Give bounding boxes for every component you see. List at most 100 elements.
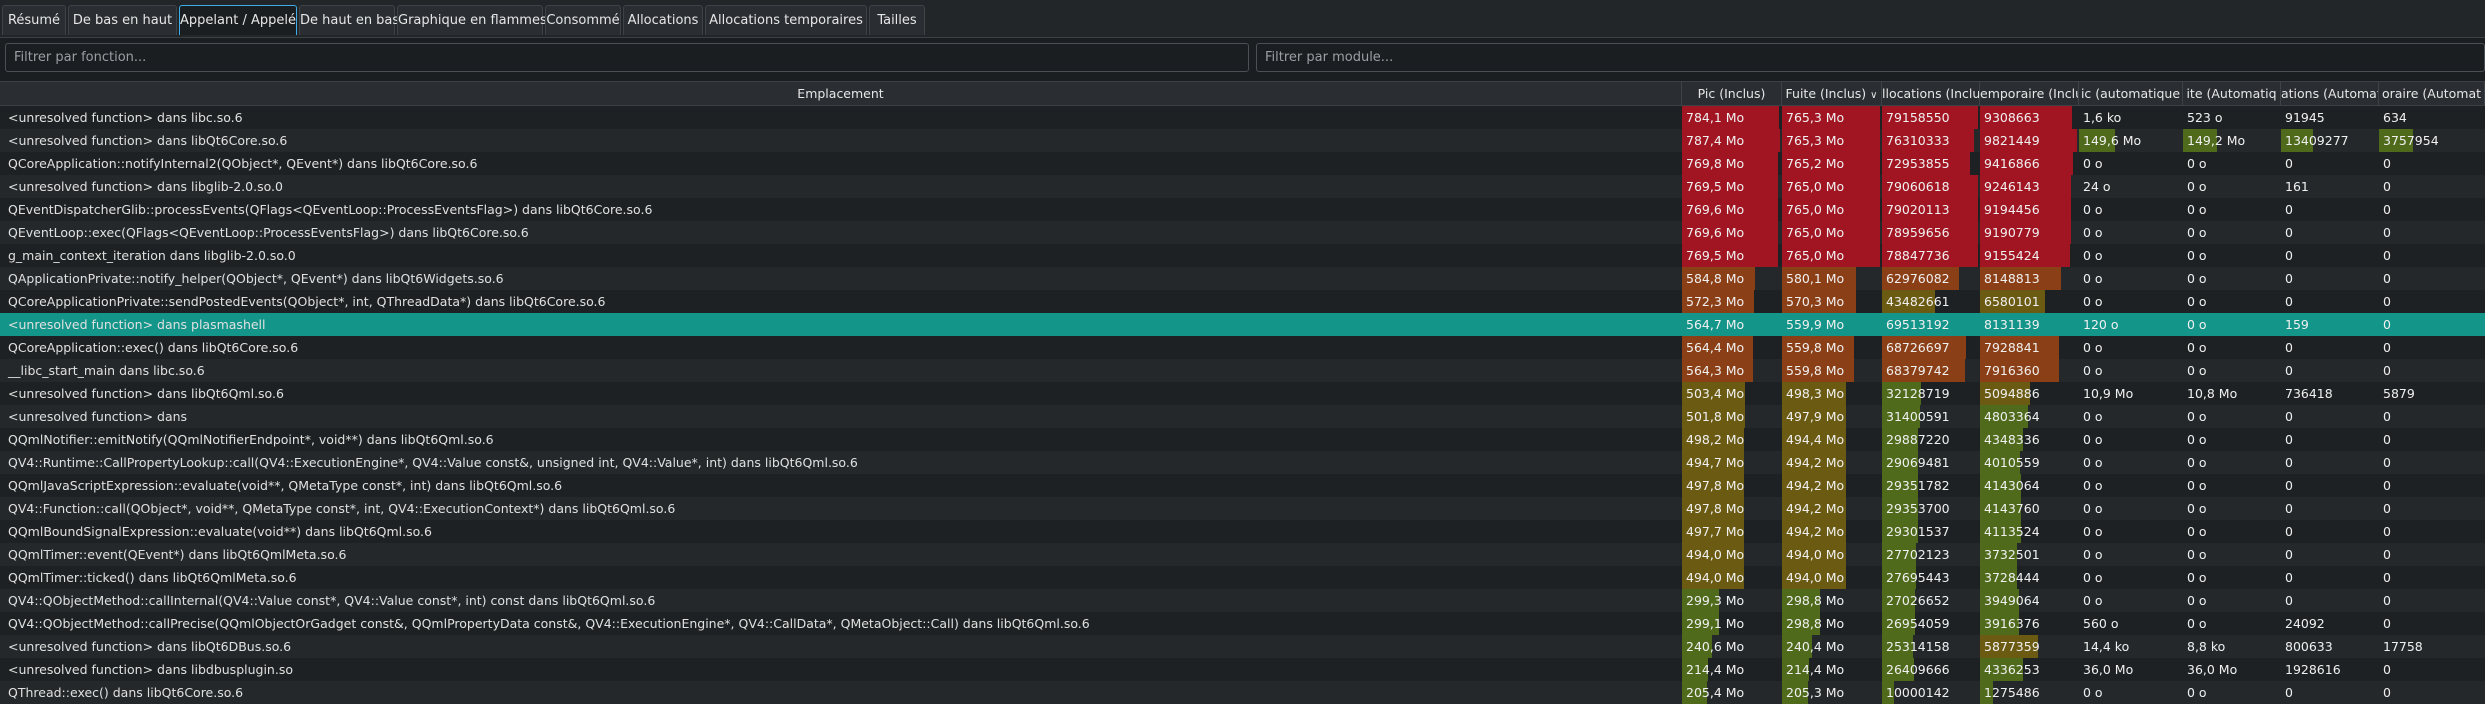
value-cell: 0 o	[2187, 294, 2207, 309]
table-row[interactable]: QEventDispatcherGlib::processEvents(QFla…	[0, 198, 2485, 221]
tab-9[interactable]: Tailles	[869, 5, 925, 35]
value-cell: 76310333	[1882, 129, 1980, 152]
tab-4[interactable]: De haut en bas	[299, 5, 399, 35]
value-cell: 149,2 Mo	[2183, 129, 2281, 152]
location-cell: QV4::QObjectMethod::callPrecise(QQmlObje…	[8, 616, 1090, 631]
table-row[interactable]: QQmlTimer::event(QEvent*) dans libQt6Qml…	[0, 543, 2485, 566]
table-row[interactable]: <unresolved function> dans plasmashell 56…	[0, 313, 2485, 336]
table-row[interactable]: <unresolved function> dans libQt6Qml.so.…	[0, 382, 2485, 405]
location-cell: QQmlNotifier::emitNotify(QQmlNotifierEnd…	[8, 432, 494, 447]
value-cell: 0	[2285, 248, 2293, 263]
column-header-5[interactable]: emporaire (Inclu	[1980, 82, 2079, 105]
table-row[interactable]: QQmlNotifier::emitNotify(QQmlNotifierEnd…	[0, 428, 2485, 451]
value-cell: 0	[2285, 685, 2293, 700]
function-filter-input[interactable]	[5, 43, 1249, 72]
tab-1[interactable]: Résumé	[2, 5, 66, 35]
value-cell: 4143760	[1980, 497, 2079, 520]
table-row[interactable]: QQmlTimer::ticked() dans libQt6QmlMeta.s…	[0, 566, 2485, 589]
value-cell: 3732501	[1980, 543, 2079, 566]
location-cell: QQmlBoundSignalExpression::evaluate(void…	[8, 524, 432, 539]
value-cell: 36,0 Mo	[2187, 662, 2238, 677]
value-cell: 205,4 Mo	[1682, 681, 1782, 704]
callers-callees-table: <unresolved function> dans libc.so.6 784,…	[0, 106, 2485, 704]
value-cell: 494,7 Mo	[1682, 451, 1782, 474]
column-header-2[interactable]: Pic (Inclus)	[1682, 82, 1782, 105]
tab-6[interactable]: Consommé	[545, 5, 621, 35]
tab-7[interactable]: Allocations	[623, 5, 703, 35]
table-row[interactable]: QCoreApplication::exec() dans libQt6Core…	[0, 336, 2485, 359]
location-cell: <unresolved function> dans libc.so.6	[8, 110, 243, 125]
table-header: Emplacement Pic (Inclus) Fuite (Inclus) ∨ ll…	[0, 81, 2485, 106]
value-cell: 17758	[2383, 639, 2423, 654]
table-row[interactable]: QCoreApplicationPrivate::sendPostedEvent…	[0, 290, 2485, 313]
location-cell: QApplicationPrivate::notify_helper(QObje…	[8, 271, 504, 286]
value-cell: 559,8 Mo	[1782, 336, 1882, 359]
value-cell: 0	[2383, 570, 2391, 585]
table-row[interactable]: <unresolved function> dans 501,8 Mo 497,9 …	[0, 405, 2485, 428]
table-row[interactable]: QEventLoop::exec(QFlags<QEventLoop::Proc…	[0, 221, 2485, 244]
location-cell: QV4::Runtime::CallPropertyLookup::call(Q…	[8, 455, 858, 470]
value-cell: 0	[2383, 662, 2391, 677]
value-cell: 570,3 Mo	[1782, 290, 1882, 313]
column-header-6[interactable]: ic (automatique	[2079, 82, 2183, 105]
value-cell: 299,1 Mo	[1682, 612, 1782, 635]
table-row[interactable]: QV4::QObjectMethod::callInternal(QV4::Va…	[0, 589, 2485, 612]
value-cell: 0	[2285, 340, 2293, 355]
tab-2[interactable]: De bas en haut	[68, 5, 177, 35]
column-header-4[interactable]: llocations (Inclu	[1882, 82, 1980, 105]
table-row[interactable]: QV4::Function::call(QObject*, void**, QM…	[0, 497, 2485, 520]
column-header-3[interactable]: Fuite (Inclus) ∨	[1782, 82, 1882, 105]
tab-5[interactable]: Graphique en flammes	[397, 5, 547, 35]
table-row[interactable]: QQmlBoundSignalExpression::evaluate(void…	[0, 520, 2485, 543]
value-cell: 634	[2383, 110, 2407, 125]
value-cell: 564,3 Mo	[1682, 359, 1782, 382]
value-cell: 4143064	[1980, 474, 2079, 497]
tab-3[interactable]: Appelant / Appelé	[179, 5, 297, 35]
value-cell: 0	[2383, 294, 2391, 309]
value-cell: 205,3 Mo	[1782, 681, 1882, 704]
value-cell: 1928616	[2285, 662, 2341, 677]
value-cell: 1,6 ko	[2083, 110, 2122, 125]
value-cell: 0 o	[2187, 547, 2207, 562]
location-cell: QQmlTimer::ticked() dans libQt6QmlMeta.s…	[8, 570, 297, 585]
module-filter-input[interactable]	[1256, 43, 2485, 72]
column-header-8[interactable]: ations (Automat	[2281, 82, 2379, 105]
value-cell: 5879	[2383, 386, 2415, 401]
table-row[interactable]: QCoreApplication::notifyInternal2(QObjec…	[0, 152, 2485, 175]
table-row[interactable]: <unresolved function> dans libdbusplugin…	[0, 658, 2485, 681]
tab-8[interactable]: Allocations temporaires	[705, 5, 867, 35]
location-cell: QCoreApplication::exec() dans libQt6Core…	[8, 340, 299, 355]
value-cell: 32128719	[1882, 382, 1980, 405]
value-cell: 26409666	[1882, 658, 1980, 681]
value-cell: 8,8 ko	[2187, 639, 2226, 654]
table-row[interactable]: <unresolved function> dans libglib-2.0.s…	[0, 175, 2485, 198]
location-cell: <unresolved function> dans libdbusplugin…	[8, 662, 293, 677]
location-cell: <unresolved function> dans	[8, 409, 188, 424]
table-row[interactable]: <unresolved function> dans libQt6DBus.so…	[0, 635, 2485, 658]
value-cell: 29351782	[1882, 474, 1980, 497]
location-cell: QEventLoop::exec(QFlags<QEventLoop::Proc…	[8, 225, 529, 240]
value-cell: 0	[2285, 409, 2293, 424]
column-header-7[interactable]: ite (Automatiq	[2183, 82, 2281, 105]
column-header-1[interactable]: Emplacement	[0, 82, 1682, 105]
value-cell: 0	[2285, 225, 2293, 240]
value-cell: 494,4 Mo	[1782, 428, 1882, 451]
value-cell: 584,8 Mo	[1682, 267, 1782, 290]
value-cell: 0	[2285, 202, 2293, 217]
value-cell: 240,4 Mo	[1782, 635, 1882, 658]
table-row[interactable]: g_main_context_iteration dans libglib-2.…	[0, 244, 2485, 267]
table-row[interactable]: __libc_start_main dans libc.so.6 564,3 Mo…	[0, 359, 2485, 382]
table-row[interactable]: QApplicationPrivate::notify_helper(QObje…	[0, 267, 2485, 290]
table-row[interactable]: QV4::QObjectMethod::callPrecise(QQmlObje…	[0, 612, 2485, 635]
value-cell: 0	[2285, 478, 2293, 493]
table-row[interactable]: QV4::Runtime::CallPropertyLookup::call(Q…	[0, 451, 2485, 474]
table-row[interactable]: QThread::exec() dans libQt6Core.so.6 205,…	[0, 681, 2485, 704]
table-row[interactable]: QQmlJavaScriptExpression::evaluate(void*…	[0, 474, 2485, 497]
value-cell: 0	[2383, 248, 2391, 263]
column-header-9[interactable]: oraire (Automat	[2379, 82, 2485, 105]
location-cell: QThread::exec() dans libQt6Core.so.6	[8, 685, 244, 700]
table-row[interactable]: <unresolved function> dans libQt6Core.so…	[0, 129, 2485, 152]
value-cell: 0 o	[2083, 685, 2103, 700]
table-row[interactable]: <unresolved function> dans libc.so.6 784,…	[0, 106, 2485, 129]
value-cell: 0 o	[2187, 501, 2207, 516]
